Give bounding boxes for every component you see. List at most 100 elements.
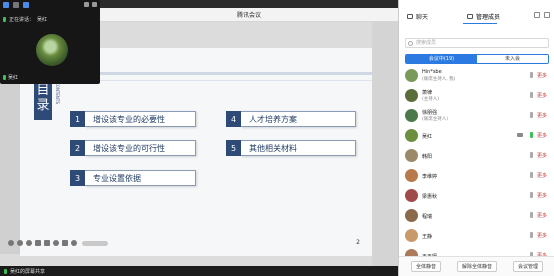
search-input[interactable]: 搜索成员 xyxy=(405,38,549,48)
mic-off-icon[interactable] xyxy=(530,92,533,98)
popout-icon[interactable] xyxy=(534,12,540,18)
toc-item-3: 3 专业设置依据 xyxy=(70,170,196,186)
close-icon[interactable] xyxy=(8,240,14,246)
side-panel: 聊天 管理成员 搜索成员 会议中(19) 未入会 Hin*sbe (联席主持人,… xyxy=(398,0,554,276)
more-button[interactable]: 更多 xyxy=(537,72,547,79)
more-button[interactable]: 更多 xyxy=(537,92,547,99)
list-item[interactable]: 吴红 更多 xyxy=(399,126,554,146)
toc-item-2: 2 增设该专业的可行性 xyxy=(70,140,196,156)
meeting-manage-button[interactable]: 会议管理 xyxy=(512,261,543,272)
mic-on-icon[interactable] xyxy=(530,132,533,138)
member-name: 王静 xyxy=(422,234,433,240)
list-item[interactable]: Hin*sbe (联席主持人, 我) 更多 xyxy=(399,66,554,86)
more-button[interactable]: 更多 xyxy=(537,192,547,199)
mic-off-icon[interactable] xyxy=(530,172,533,178)
toc-item-5: 5 其他相关材料 xyxy=(226,140,356,156)
play-icon[interactable] xyxy=(53,240,59,246)
slide-page-number: 2 xyxy=(356,239,360,246)
tab-in-meeting[interactable]: 会议中(19) xyxy=(406,55,477,63)
list-item[interactable]: 程瑞 更多 xyxy=(399,206,554,226)
tile-window-controls xyxy=(84,2,97,7)
member-name: 李维婷 xyxy=(422,174,438,180)
grid-icon[interactable] xyxy=(44,240,50,246)
panel-tabs: 聊天 管理成员 xyxy=(399,8,554,24)
floating-video-tile[interactable]: 正在讲话： 吴红 吴红 xyxy=(0,0,100,84)
list-item[interactable]: 萧律 (主持人) 更多 xyxy=(399,86,554,106)
expand-icon[interactable] xyxy=(92,2,97,7)
mic-off-icon[interactable] xyxy=(530,232,533,238)
search-placeholder: 搜索成员 xyxy=(416,40,437,46)
next-page-icon[interactable] xyxy=(26,240,32,246)
tab-not-joined[interactable]: 未入会 xyxy=(477,55,548,63)
avatar xyxy=(405,89,418,102)
more-button[interactable]: 更多 xyxy=(537,172,547,179)
chat-icon xyxy=(407,13,413,19)
mic-off-icon[interactable] xyxy=(530,152,533,158)
toc-label: 人才培养方案 xyxy=(241,111,356,127)
mic-off-icon[interactable] xyxy=(530,212,533,218)
avatar xyxy=(405,129,418,142)
list-item[interactable]: 徐朋强 (联席主持人) 更多 xyxy=(399,106,554,126)
tab-underline xyxy=(463,23,497,24)
screen-icon[interactable] xyxy=(62,240,68,246)
toc-label: 增设该专业的可行性 xyxy=(85,140,196,156)
speaking-name: 吴红 xyxy=(37,17,48,23)
more-button[interactable]: 更多 xyxy=(537,132,547,139)
avatar xyxy=(405,149,418,162)
mic-off-icon[interactable] xyxy=(530,192,533,198)
more-icon[interactable] xyxy=(71,240,77,246)
tile-participant-name: 吴红 xyxy=(3,74,18,81)
toc-number: 5 xyxy=(226,140,241,156)
member-list: Hin*sbe (联席主持人, 我) 更多 萧律 (主持人) 更多 徐朋强 (联… xyxy=(399,66,554,266)
screen-share-status: 吴红的屏幕共享 xyxy=(0,266,398,276)
left-margin xyxy=(0,84,20,254)
toc-number: 2 xyxy=(70,140,85,156)
toc-number: 4 xyxy=(226,111,241,127)
minimize-icon[interactable] xyxy=(84,2,89,7)
avatar xyxy=(405,189,418,202)
search-icon xyxy=(408,41,413,46)
unmute-all-button[interactable]: 解除全体静音 xyxy=(456,261,497,272)
more-button[interactable]: 更多 xyxy=(537,152,547,159)
member-name: 吴红 xyxy=(422,134,433,140)
list-item[interactable]: 韩阳 更多 xyxy=(399,146,554,166)
shield-icon[interactable] xyxy=(3,2,9,8)
signal-icon[interactable] xyxy=(23,2,29,8)
avatar xyxy=(405,209,418,222)
more-button[interactable]: 更多 xyxy=(537,112,547,119)
tab-manage-members[interactable]: 管理成员 xyxy=(459,12,519,21)
toc-label: 增设该专业的必要性 xyxy=(85,111,196,127)
content-gutter xyxy=(372,22,398,266)
pen-icon[interactable] xyxy=(35,240,41,246)
slide-toolbar xyxy=(8,240,108,246)
tab-chat[interactable]: 聊天 xyxy=(399,12,459,21)
prev-page-icon[interactable] xyxy=(17,240,23,246)
close-icon[interactable] xyxy=(544,12,550,18)
layout-icon[interactable] xyxy=(13,2,19,8)
toc-label: 专业设置依据 xyxy=(85,170,196,186)
member-name: 程瑞 xyxy=(422,214,433,220)
title-bar: 腾讯会议 xyxy=(100,8,398,22)
mic-off-icon[interactable] xyxy=(530,112,533,118)
meeting-window: 腾讯会议 目录 CONTENTS 1 增设该专业的必要性 2 增设该专业的可行性… xyxy=(0,0,554,276)
camera-icon[interactable] xyxy=(517,133,523,137)
more-button[interactable]: 更多 xyxy=(537,232,547,239)
list-item[interactable]: 梁惠秋 更多 xyxy=(399,186,554,206)
participant-name: 吴红 xyxy=(8,75,19,81)
list-item[interactable]: 李维婷 更多 xyxy=(399,166,554,186)
speaking-prefix: 正在讲话： xyxy=(9,17,35,23)
mic-icon xyxy=(3,75,6,80)
slide-heading: 目录 xyxy=(34,80,52,120)
mute-all-button[interactable]: 全体静音 xyxy=(410,261,441,272)
mic-off-icon[interactable] xyxy=(530,72,533,78)
status-text: 吴红的屏幕共享 xyxy=(10,268,46,275)
mic-icon xyxy=(3,17,6,22)
list-item[interactable]: 王静 更多 xyxy=(399,226,554,246)
more-button[interactable]: 更多 xyxy=(537,212,547,219)
member-filter: 会议中(19) 未入会 xyxy=(405,54,549,64)
progress-pill[interactable] xyxy=(82,240,108,246)
member-name: 韩阳 xyxy=(422,154,433,160)
toc-item-4: 4 人才培养方案 xyxy=(226,111,356,127)
tile-toolbar xyxy=(3,2,29,8)
avatar xyxy=(36,34,68,66)
